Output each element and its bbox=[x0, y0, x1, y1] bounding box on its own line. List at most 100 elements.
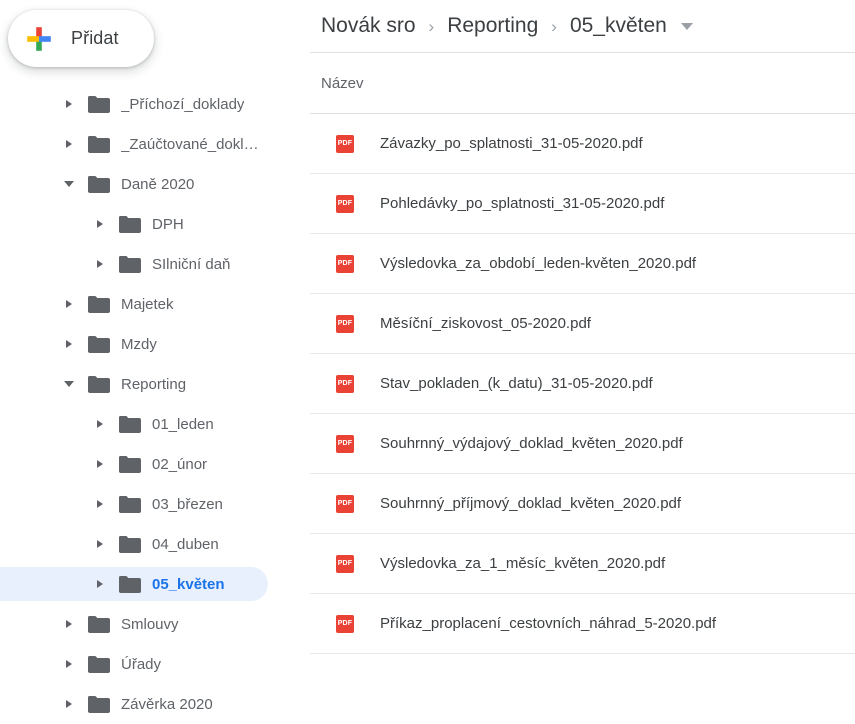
sidebar-item-label: Mzdy bbox=[121, 335, 157, 353]
file-name: Výsledovka_za_1_měsíc_květen_2020.pdf bbox=[380, 555, 666, 572]
chevron-down-icon[interactable] bbox=[60, 175, 78, 193]
pdf-icon: PDF bbox=[336, 134, 354, 153]
sidebar-item-dph[interactable]: DPH bbox=[0, 204, 300, 244]
sidebar-item-z-v-rka-2020[interactable]: Závěrka 2020 bbox=[0, 684, 300, 724]
file-name: Pohledávky_po_splatnosti_31-05-2020.pdf bbox=[380, 195, 665, 212]
chevron-right-icon[interactable] bbox=[91, 535, 109, 553]
sidebar-item-dan-2020[interactable]: Daně 2020 bbox=[0, 164, 300, 204]
sidebar-item-label: Daně 2020 bbox=[121, 175, 195, 193]
folder-icon bbox=[88, 335, 110, 353]
sidebar-item-01-leden[interactable]: 01_leden bbox=[0, 404, 300, 444]
file-row[interactable]: PDF Výsledovka_za_1_měsíc_květen_2020.pdf bbox=[310, 534, 855, 594]
sidebar-item-label: 05_květen bbox=[152, 575, 225, 593]
breadcrumb-crumb-2[interactable]: Reporting bbox=[447, 14, 538, 38]
sidebar-item-reporting[interactable]: Reporting bbox=[0, 364, 300, 404]
file-row[interactable]: PDF Měsíční_ziskovost_05-2020.pdf bbox=[310, 294, 855, 354]
sidebar-item-label: Úřady bbox=[121, 655, 162, 673]
chevron-right-icon[interactable] bbox=[91, 495, 109, 513]
pdf-badge-text: PDF bbox=[337, 260, 353, 267]
chevron-right-icon[interactable] bbox=[91, 575, 109, 593]
sidebar-item-03-b-ezen[interactable]: 03_březen bbox=[0, 484, 300, 524]
chevron-right-icon[interactable] bbox=[60, 655, 78, 673]
pdf-icon: PDF bbox=[336, 374, 354, 393]
sidebar-item-02-nor[interactable]: 02_únor bbox=[0, 444, 300, 484]
chevron-right-icon[interactable] bbox=[60, 295, 78, 313]
pdf-badge-text: PDF bbox=[337, 200, 353, 207]
chevron-right-icon[interactable] bbox=[60, 95, 78, 113]
folder-icon bbox=[119, 415, 141, 433]
chevron-right-icon[interactable] bbox=[60, 695, 78, 713]
breadcrumb-separator: › bbox=[428, 16, 435, 36]
sidebar-item-label: 02_únor bbox=[152, 455, 208, 473]
chevron-down-icon[interactable] bbox=[680, 22, 693, 30]
sidebar-item-ady[interactable]: Úřady bbox=[0, 644, 300, 684]
pdf-badge-text: PDF bbox=[337, 440, 353, 447]
file-row[interactable]: PDF Pohledávky_po_splatnosti_31-05-2020.p… bbox=[310, 174, 855, 234]
file-row[interactable]: PDF Souhrnný_výdajový_doklad_květen_2020.… bbox=[310, 414, 855, 474]
sidebar-item-05-kv-ten[interactable]: 05_květen bbox=[0, 564, 300, 604]
sidebar-item-za-tovan-dokl[interactable]: _Zaúčtované_dokl… bbox=[0, 124, 300, 164]
sidebar-item-p-choz-doklady[interactable]: _Příchozí_doklady bbox=[0, 84, 300, 124]
file-row[interactable]: PDF Závazky_po_splatnosti_31-05-2020.pdf bbox=[310, 114, 855, 174]
file-row[interactable]: PDF Výsledovka_za_období_leden-květen_202… bbox=[310, 234, 855, 294]
file-name: Stav_pokladen_(k_datu)_31-05-2020.pdf bbox=[380, 375, 653, 392]
chevron-right-icon[interactable] bbox=[91, 215, 109, 233]
folder-icon bbox=[88, 695, 110, 713]
sidebar: Přidat _Příchozí_doklady _Zaúčtované_dokl… bbox=[0, 0, 300, 724]
sidebar-item-majetek[interactable]: Majetek bbox=[0, 284, 300, 324]
folder-icon bbox=[119, 455, 141, 473]
pdf-icon: PDF bbox=[336, 614, 354, 633]
sidebar-item-04-duben[interactable]: 04_duben bbox=[0, 524, 300, 564]
drive-file-browser: Přidat _Příchozí_doklady _Zaúčtované_dokl… bbox=[0, 0, 855, 724]
chevron-down-icon[interactable] bbox=[60, 375, 78, 393]
chevron-right-icon[interactable] bbox=[60, 135, 78, 153]
pdf-badge-text: PDF bbox=[337, 380, 353, 387]
pdf-icon: PDF bbox=[336, 554, 354, 573]
sidebar-item-label: _Zaúčtované_dokl… bbox=[121, 135, 259, 153]
sidebar-item-silni-n-da[interactable]: SIlniční daň bbox=[0, 244, 300, 284]
chevron-right-icon[interactable] bbox=[91, 255, 109, 273]
pdf-badge-text: PDF bbox=[337, 320, 353, 327]
breadcrumb-crumb-1[interactable]: Novák sro bbox=[321, 14, 416, 38]
pdf-icon: PDF bbox=[336, 194, 354, 213]
folder-tree: _Příchozí_doklady _Zaúčtované_dokl… Daně 2… bbox=[0, 84, 300, 724]
pdf-icon: PDF bbox=[336, 254, 354, 273]
chevron-right-icon[interactable] bbox=[91, 455, 109, 473]
pdf-badge-text: PDF bbox=[337, 560, 353, 567]
file-row[interactable]: PDF Příkaz_proplacení_cestovních_náhrad_5… bbox=[310, 594, 855, 654]
sidebar-item-label: Závěrka 2020 bbox=[121, 695, 213, 713]
folder-icon bbox=[119, 495, 141, 513]
sidebar-item-label: 01_leden bbox=[152, 415, 214, 433]
sidebar-item-label: Smlouvy bbox=[121, 615, 179, 633]
folder-icon bbox=[88, 615, 110, 633]
chevron-right-icon[interactable] bbox=[60, 335, 78, 353]
breadcrumb-crumb-3[interactable]: 05_květen bbox=[570, 14, 667, 38]
folder-icon bbox=[88, 135, 110, 153]
sidebar-item-label: Majetek bbox=[121, 295, 174, 313]
folder-icon bbox=[88, 95, 110, 113]
main-panel: Novák sro › Reporting › 05_květen Název PDF Z… bbox=[310, 0, 855, 724]
sidebar-item-label: 03_březen bbox=[152, 495, 223, 513]
sidebar-item-smlouvy[interactable]: Smlouvy bbox=[0, 604, 300, 644]
file-name: Výsledovka_za_období_leden-květen_2020.p… bbox=[380, 255, 697, 272]
pdf-icon: PDF bbox=[336, 314, 354, 333]
file-list: PDF Závazky_po_splatnosti_31-05-2020.pdf P… bbox=[310, 114, 855, 654]
chevron-right-icon[interactable] bbox=[91, 415, 109, 433]
file-row[interactable]: PDF Stav_pokladen_(k_datu)_31-05-2020.pdf bbox=[310, 354, 855, 414]
folder-icon bbox=[119, 255, 141, 273]
pdf-badge-text: PDF bbox=[337, 620, 353, 627]
add-button[interactable]: Přidat bbox=[8, 10, 154, 67]
column-header-name: Název bbox=[321, 74, 364, 92]
folder-icon bbox=[119, 575, 141, 593]
chevron-right-icon[interactable] bbox=[60, 615, 78, 633]
pdf-badge-text: PDF bbox=[337, 500, 353, 507]
folder-icon bbox=[119, 535, 141, 553]
folder-icon bbox=[88, 655, 110, 673]
sidebar-item-mzdy[interactable]: Mzdy bbox=[0, 324, 300, 364]
pdf-badge-text: PDF bbox=[337, 140, 353, 147]
folder-icon bbox=[88, 375, 110, 393]
file-name: Závazky_po_splatnosti_31-05-2020.pdf bbox=[380, 135, 643, 152]
file-row[interactable]: PDF Souhrnný_příjmový_doklad_květen_2020.… bbox=[310, 474, 855, 534]
file-name: Měsíční_ziskovost_05-2020.pdf bbox=[380, 315, 591, 332]
breadcrumb-separator: › bbox=[551, 16, 557, 36]
